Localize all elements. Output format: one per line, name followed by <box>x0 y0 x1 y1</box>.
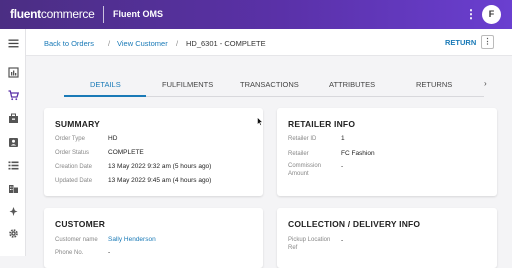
phone-value: - <box>108 249 111 256</box>
customer-card: CUSTOMER Customer name Sally Henderson P… <box>44 208 263 268</box>
people-icon[interactable] <box>8 137 19 148</box>
retailer-info-title: RETAILER INFO <box>288 119 356 129</box>
creation-date-value: 13 May 2022 9:32 am (5 hours ago) <box>108 163 212 170</box>
order-type-value: HD <box>108 135 118 142</box>
order-status-value: COMPLETE <box>108 149 144 156</box>
sidebar <box>0 29 26 256</box>
updated-date-label: Updated Date <box>55 178 93 184</box>
collection-delivery-card: COLLECTION / DELIVERY INFO Pickup Locati… <box>277 208 497 268</box>
retailer-value: FC Fashion <box>341 150 375 157</box>
page-header: Back to Orders / View Customer / HD_6301… <box>26 29 512 56</box>
dashboard-icon[interactable] <box>8 67 19 78</box>
menu-icon[interactable] <box>8 38 19 49</box>
app-menu-icon[interactable]: ⋮ <box>465 8 477 21</box>
tab-returns[interactable]: RETURNS <box>416 80 452 89</box>
commission-amount-label: Commission <box>288 163 322 169</box>
tab-attributes[interactable]: ATTRIBUTES <box>329 80 375 89</box>
updated-date-value: 13 May 2022 9:45 am (4 hours ago) <box>108 177 212 184</box>
breadcrumb-separator: / <box>176 39 179 48</box>
tab-bar: DETAILS FULFILMENTS TRANSACTIONS ATTRIBU… <box>64 73 484 97</box>
active-tab-indicator <box>64 95 146 97</box>
return-button[interactable]: RETURN <box>445 38 476 47</box>
tab-fulfilments[interactable]: FULFILMENTS <box>162 80 213 89</box>
creation-date-label: Creation Date <box>55 164 93 170</box>
summary-title: SUMMARY <box>55 119 100 129</box>
retailer-label: Retailer <box>288 151 309 157</box>
list-icon[interactable] <box>8 160 19 171</box>
pickup-location-label-line2: Ref <box>288 245 298 251</box>
commission-amount-label-line2: Amount <box>288 171 309 177</box>
app-name: Fluent OMS <box>113 9 163 19</box>
mouse-cursor-icon <box>257 113 264 126</box>
top-app-bar: fluentcommerce Fluent OMS ⋮ F <box>0 0 512 29</box>
brand-logo-bold: fluent <box>10 7 41 21</box>
tab-details[interactable]: DETAILS <box>90 80 121 89</box>
pickup-location-value: - <box>341 237 344 244</box>
retailer-info-card: RETAILER INFO Retailer ID 1 Retailer FC … <box>277 108 497 196</box>
more-actions-button[interactable]: ⋮ <box>481 35 494 49</box>
customer-name-link[interactable]: Sally Henderson <box>108 236 156 243</box>
cart-icon[interactable] <box>8 90 19 101</box>
pickup-location-label: Pickup Location <box>288 237 331 243</box>
breadcrumb-back-to-orders[interactable]: Back to Orders <box>44 39 94 48</box>
brand-divider <box>103 6 104 23</box>
order-status-label: Order Status <box>55 150 90 156</box>
breadcrumb-view-customer[interactable]: View Customer <box>117 39 168 48</box>
customer-title: CUSTOMER <box>55 219 106 229</box>
retailer-id-value: 1 <box>341 135 345 142</box>
store-icon[interactable] <box>8 183 19 194</box>
customer-name-label: Customer name <box>55 237 98 243</box>
settings-icon[interactable] <box>8 228 19 239</box>
brand-logo[interactable]: fluentcommerce <box>10 7 95 21</box>
breadcrumb-separator: / <box>108 39 111 48</box>
user-avatar[interactable]: F <box>482 5 501 24</box>
tab-transactions[interactable]: TRANSACTIONS <box>240 80 299 89</box>
inventory-icon[interactable] <box>8 113 19 124</box>
summary-card: SUMMARY Order Type HD Order Status COMPL… <box>44 108 263 196</box>
order-type-label: Order Type <box>55 136 85 142</box>
phone-label: Phone No. <box>55 250 84 256</box>
breadcrumb-current: HD_6301 - COMPLETE <box>186 39 266 48</box>
brand-logo-thin: commerce <box>40 7 95 21</box>
commission-amount-value: - <box>341 163 344 170</box>
tab-scroll-next-icon[interactable]: › <box>484 79 487 88</box>
collection-delivery-title: COLLECTION / DELIVERY INFO <box>288 219 421 229</box>
retailer-id-label: Retailer ID <box>288 136 317 142</box>
insights-icon[interactable] <box>8 206 19 217</box>
